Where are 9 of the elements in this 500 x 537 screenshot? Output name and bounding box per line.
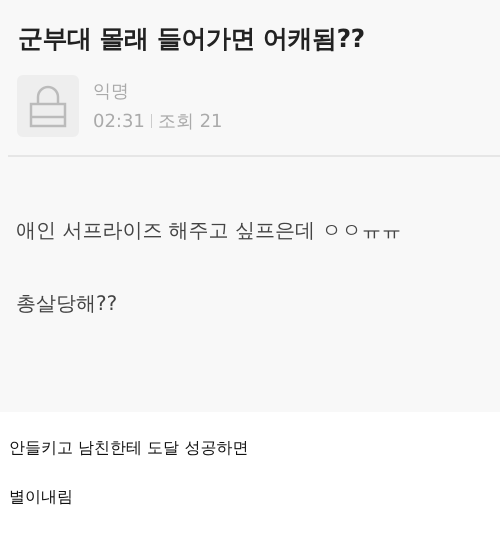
caption-text: 안들키고 남친한테 도달 성공하면 — [9, 438, 250, 459]
post-text: 총살당해?? — [16, 290, 118, 317]
lock-icon — [28, 84, 68, 128]
caption-text: 별이내림 — [9, 487, 74, 508]
post-time: 02:31 — [93, 110, 145, 132]
post-title: 군부대 몰래 들어가면 어캐됨?? — [17, 23, 366, 55]
post-text: 애인 서프라이즈 해주고 싶프은데 ㅇㅇㅠㅠ — [16, 217, 402, 244]
view-count: 조회 21 — [158, 110, 223, 133]
author-name: 익명 — [93, 80, 130, 103]
